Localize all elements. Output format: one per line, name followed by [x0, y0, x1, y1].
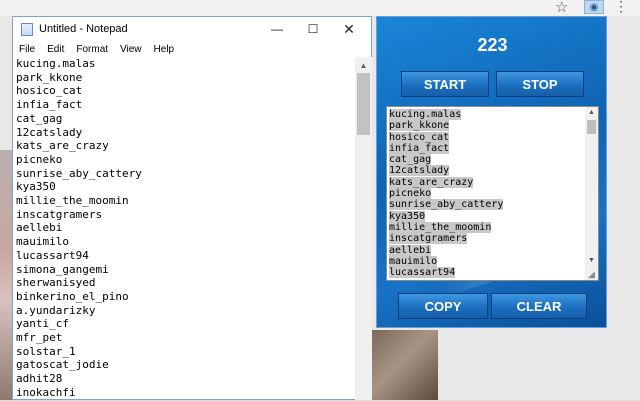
notepad-scrollbar[interactable]: ▲ [355, 57, 372, 400]
text-line: cat_gag [16, 111, 63, 125]
result-line: infia_fact [389, 142, 585, 154]
result-line: kya350 [389, 210, 585, 222]
text-line: sherwanisyed [16, 276, 96, 290]
text-line: hosico_cat [16, 84, 83, 98]
text-line: mfr_pet [16, 331, 63, 345]
result-line: mauimilo [389, 255, 585, 267]
result-line: lucassart94 [389, 267, 585, 279]
text-line: kucing.malas [16, 57, 96, 70]
text-line: kya350 [16, 180, 56, 194]
result-line-text: kucing.malas [389, 109, 462, 120]
text-line: millie_the_moomin [16, 194, 129, 208]
start-button[interactable]: START [401, 71, 489, 97]
result-line-text: kats_are_crazy [389, 176, 474, 188]
text-line: lucassart94 [16, 248, 89, 262]
text-line: park_kkone [16, 70, 83, 84]
result-line: 12catslady [389, 165, 585, 177]
browser-menu-icon[interactable]: ⋮ [614, 0, 628, 15]
menu-edit[interactable]: Edit [41, 44, 70, 55]
text-line: a.yundarizky [16, 303, 96, 317]
window-title: Untitled - Notepad [39, 23, 128, 35]
result-line: sunrise_aby_cattery [389, 199, 585, 211]
result-line: cat_gag [389, 154, 585, 166]
result-line-text: hosico_cat [389, 131, 450, 143]
menu-file[interactable]: File [13, 44, 41, 55]
menu-help[interactable]: Help [148, 44, 181, 55]
result-line-text: picneko [389, 188, 432, 200]
scroll-up-arrow-icon[interactable]: ▲ [585, 107, 598, 118]
resize-grip-icon[interactable]: ◢ [588, 269, 595, 280]
menu-format[interactable]: Format [70, 44, 114, 55]
stop-button[interactable]: STOP [496, 71, 584, 97]
minimize-button[interactable]: — [259, 17, 295, 41]
text-line: kats_are_crazy [16, 139, 109, 153]
text-line: solstar_1 [16, 344, 76, 358]
results-scrollbar[interactable]: ▲ ▼ [585, 107, 598, 280]
notepad-menu-bar: File Edit Format View Help [13, 41, 371, 58]
text-line: infia_fact [16, 98, 83, 112]
text-line: adhit28 [16, 372, 63, 386]
text-line: binkerino_el_pino [16, 289, 129, 303]
background-photo [372, 330, 438, 400]
result-line: millie_the_moomin [389, 221, 585, 233]
results-text: kucing.malas park_kkone hosico_cat infia_fa… [389, 109, 585, 279]
result-line: inscatgramers [389, 233, 585, 245]
scrollbar-thumb[interactable] [357, 73, 370, 135]
scroll-up-arrow-icon[interactable]: ▲ [355, 57, 372, 73]
menu-view[interactable]: View [114, 44, 148, 55]
text-line: sunrise_aby_cattery [16, 166, 142, 180]
result-line: hosico_cat [389, 131, 585, 143]
result-line-text: cat_gag [389, 154, 432, 166]
text-line: mauimilo [16, 235, 69, 249]
scrollbar-thumb[interactable] [587, 120, 596, 134]
clear-button[interactable]: CLEAR [491, 293, 587, 319]
scroll-down-arrow-icon[interactable]: ▼ [585, 255, 598, 266]
text-line: picneko [16, 152, 63, 166]
results-textarea[interactable]: kucing.malas park_kkone hosico_cat infia_fa… [386, 106, 599, 281]
notepad-window: Untitled - Notepad — ☐ ✕ File Edit Forma… [12, 16, 372, 400]
result-line: picneko [389, 188, 585, 200]
extension-icon[interactable]: ◉ [584, 0, 604, 14]
result-line-text: aellebi [389, 244, 432, 256]
result-line-text: mauimilo [389, 255, 438, 267]
result-line-text: kya350 [389, 210, 426, 222]
result-line-text: millie_the_moomin [389, 221, 492, 233]
text-line: yanti_cf [16, 317, 69, 331]
text-line: simona_gangemi [16, 262, 109, 276]
collected-count: 223 [477, 35, 508, 55]
result-line-text: sunrise_aby_cattery [389, 199, 504, 211]
text-line: inscatgramers [16, 207, 103, 221]
result-line: aellebi [389, 244, 585, 256]
result-line-text: infia_fact [389, 142, 450, 154]
result-line: park_kkone [389, 120, 585, 132]
text-line: inokachfi [16, 385, 76, 399]
copy-button[interactable]: COPY [398, 293, 488, 319]
close-button[interactable]: ✕ [331, 17, 367, 41]
result-line-text: inscatgramers [389, 233, 468, 245]
browser-toolbar: ☆ ◉ ⋮ [0, 0, 640, 17]
notepad-title-bar[interactable]: Untitled - Notepad — ☐ ✕ [13, 17, 371, 41]
result-line-text: park_kkone [389, 120, 450, 132]
text-line: gatoscat_jodie [16, 358, 109, 372]
notepad-app-icon [21, 22, 33, 36]
result-line: kucing.malas [389, 109, 585, 120]
text-line: aellebi [16, 221, 63, 235]
notepad-text-area[interactable]: kucing.malas park_kkone hosico_cat infia_fa… [13, 57, 355, 401]
text-line: 12catslady [16, 125, 83, 139]
result-line: kats_are_crazy [389, 176, 585, 188]
result-line-text: 12catslady [389, 165, 450, 177]
bookmark-star-icon[interactable]: ☆ [555, 0, 568, 16]
extension-popup: 223 START STOP kucing.malas park_kkone hos… [376, 16, 607, 328]
result-line-text: lucassart94 [389, 267, 456, 279]
maximize-button[interactable]: ☐ [295, 17, 331, 41]
